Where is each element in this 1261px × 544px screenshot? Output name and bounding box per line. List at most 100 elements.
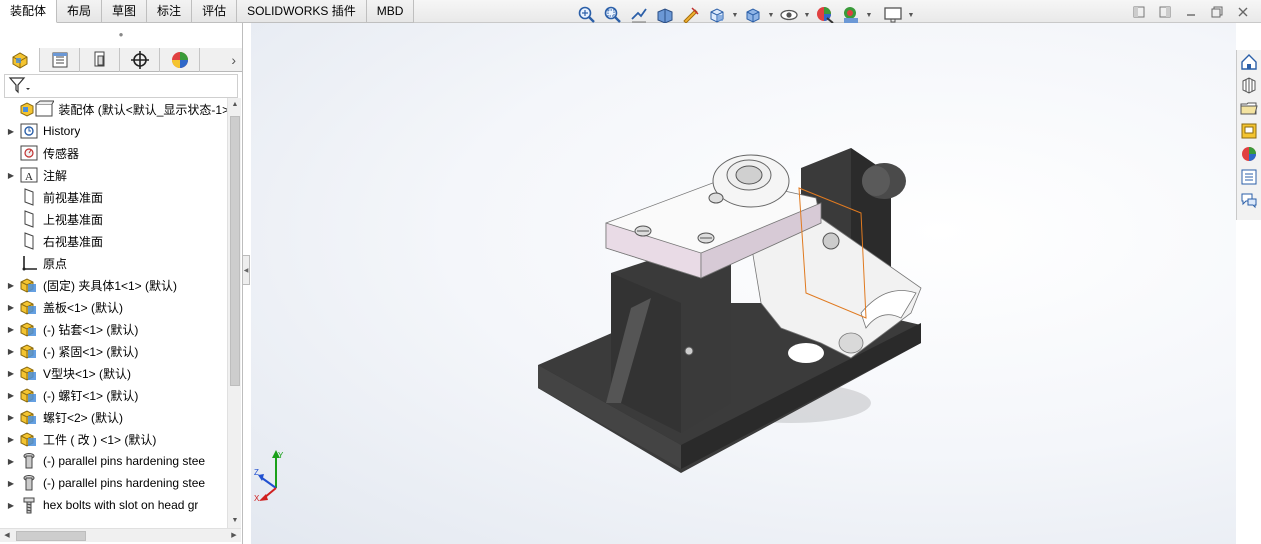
tree-item-label: 注解 [43,168,68,183]
tab-5[interactable]: SOLIDWORKS 插件 [237,0,367,23]
panel-splitter[interactable]: ◀ [242,23,251,544]
scroll-up-icon[interactable]: ▲ [228,98,242,112]
tree-item[interactable]: ▶ 螺钉<2> (默认) [0,406,227,428]
filter-icon[interactable] [8,76,30,97]
tree-item-label: hex bolts with slot on head gr [43,498,199,512]
command-manager-tabs: 装配体 布局 草图 标注 评估 SOLIDWORKS 插件 MBD [0,0,415,23]
appearances-icon[interactable] [1238,143,1260,165]
tree-item-label: 原点 [43,256,68,271]
scroll-thumb[interactable] [230,116,240,386]
tree-item[interactable]: 传感器 [0,142,227,164]
tile-left-icon[interactable] [1131,5,1147,19]
expand-arrow-icon[interactable]: ▶ [6,303,16,312]
expand-arrow-icon[interactable]: ▶ [6,171,16,180]
scroll-right-icon[interactable]: ▶ [227,529,241,543]
expand-arrow-icon[interactable]: ▶ [6,413,16,422]
collapse-panel-icon[interactable]: ◀ [242,255,250,285]
close-icon[interactable] [1235,5,1251,19]
featuremanager-icon[interactable] [0,48,40,72]
tree-item[interactable]: 装配体 (默认<默认_显示状态-1> [0,98,227,120]
minimize-icon[interactable] [1183,5,1199,19]
forum-icon[interactable] [1238,189,1260,211]
tree-item[interactable]: ▶ 工件 ( 改 ) <1> (默认) [0,428,227,450]
tree-item-label: (-) parallel pins hardening stee [43,454,206,468]
tree-item-label: 右视基准面 [43,234,104,249]
triad-z-label: Z [254,468,259,477]
bolt-icon [19,496,39,514]
tree-item[interactable]: ▶ (-) 钻套<1> (默认) [0,318,227,340]
tab-6[interactable]: MBD [366,0,415,23]
expand-arrow-icon[interactable]: ▶ [6,347,16,356]
tree-item-label: (固定) 夹具体1<1> (默认) [43,278,178,293]
tree-item[interactable]: ▶ (-) parallel pins hardening stee [0,450,227,472]
chevron-right-icon[interactable]: › [200,48,242,71]
expand-arrow-icon[interactable]: ▶ [6,501,16,510]
pin-icon [19,452,39,470]
document-window-controls [1131,5,1251,19]
expand-arrow-icon[interactable]: ▶ [6,391,16,400]
displaymanager-icon[interactable] [160,48,200,72]
tree-item[interactable]: ▶ V型块<1> (默认) [0,362,227,384]
tree-item[interactable]: ▶ History [0,120,227,142]
tree-horizontal-scrollbar[interactable]: ◀ ▶ [0,528,241,542]
view-palette-icon[interactable] [1238,120,1260,142]
tree-item[interactable]: 原点 [0,252,227,274]
part-icon [19,364,39,382]
configurationmanager-icon[interactable] [80,48,120,72]
restore-icon[interactable] [1209,5,1225,19]
tile-right-icon[interactable] [1157,5,1173,19]
tab-1[interactable]: 布局 [57,0,103,23]
pin-icon [19,474,39,492]
triad-x-label: X [254,494,260,503]
assembly-model[interactable] [521,103,941,503]
tree-item[interactable]: 右视基准面 [0,230,227,252]
tab-0[interactable]: 装配体 [0,0,58,23]
expand-arrow-icon[interactable]: ▶ [6,325,16,334]
dimxpertmanager-icon[interactable] [120,48,160,72]
tab-4[interactable]: 评估 [192,0,238,23]
tree-item[interactable]: 上视基准面 [0,208,227,230]
tree-item[interactable]: ▶ (-) 螺钉<1> (默认) [0,384,227,406]
tree-item[interactable]: ▶ A 注解 [0,164,227,186]
tree-filter[interactable] [4,74,238,98]
manager-tabs: › [0,48,242,72]
expand-arrow-icon[interactable]: ▶ [6,127,16,136]
home-icon[interactable] [1238,51,1260,73]
propertymanager-icon[interactable] [40,48,80,72]
tree-item[interactable]: 前视基准面 [0,186,227,208]
tree-item[interactable]: ▶ 盖板<1> (默认) [0,296,227,318]
plane-icon [19,210,39,228]
expand-arrow-icon[interactable]: ▶ [6,281,16,290]
graphics-area[interactable]: Y Z X [251,23,1236,544]
part-icon [19,342,39,360]
plane-icon [19,232,39,250]
expand-arrow-icon[interactable]: ▶ [6,479,16,488]
tree-vertical-scrollbar[interactable]: ▲ ▼ [227,98,241,528]
tree-item-label: 前视基准面 [43,190,104,205]
part-icon [19,298,39,316]
tree-item[interactable]: ▶ (固定) 夹具体1<1> (默认) [0,274,227,296]
tree-item[interactable]: ▶ (-) parallel pins hardening stee [0,472,227,494]
design-library-icon[interactable] [1238,74,1260,96]
annotation-icon: A [19,166,39,184]
expand-arrow-icon[interactable]: ▶ [6,435,16,444]
tree-item-label: V型块<1> (默认) [43,366,132,381]
tree-item[interactable]: ▶ hex bolts with slot on head gr [0,494,227,516]
task-pane [1236,50,1261,220]
tab-3[interactable]: 标注 [147,0,193,23]
tree-item[interactable]: ▶ (-) 紧固<1> (默认) [0,340,227,362]
scroll-thumb[interactable] [16,531,86,541]
panel-grip-icon[interactable]: ● [0,23,242,45]
scroll-left-icon[interactable]: ◀ [0,529,14,543]
svg-text:A: A [25,171,33,183]
part-icon [19,430,39,448]
file-explorer-icon[interactable] [1238,97,1260,119]
reference-triad: Y Z X [254,448,298,507]
tab-2[interactable]: 草图 [102,0,148,23]
scroll-down-icon[interactable]: ▼ [228,514,242,528]
part-icon [19,320,39,338]
expand-arrow-icon[interactable]: ▶ [6,457,16,466]
feature-manager-panel: ● › 装配体 (默认<默认_显示状态-1> ▶ History 传感器 ▶ A 注解前视基… [0,23,243,544]
custom-properties-icon[interactable] [1238,166,1260,188]
expand-arrow-icon[interactable]: ▶ [6,369,16,378]
